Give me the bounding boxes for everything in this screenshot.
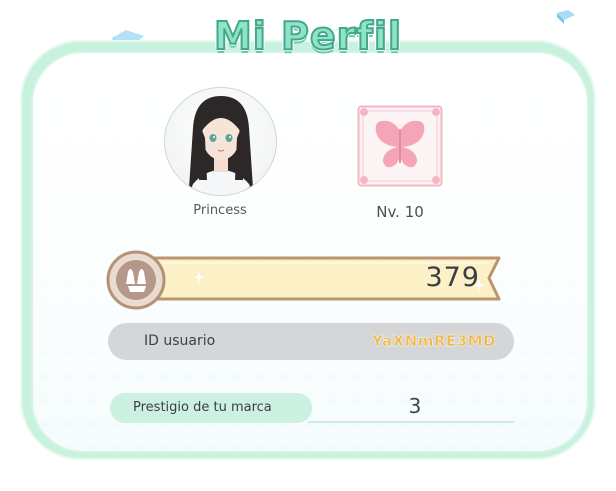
player-name: Princess	[193, 203, 247, 218]
prestige-value: 3	[408, 394, 422, 418]
player-level: Nv. 10	[376, 203, 424, 221]
prestige-label: Prestigio de tu marca	[133, 400, 272, 415]
prestige-underline	[308, 421, 514, 423]
user-id-value[interactable]: YaXNmRE3MD	[320, 332, 496, 350]
score-value: 379	[425, 262, 480, 293]
user-id-label: ID usuario	[144, 333, 216, 349]
page-title: Mi Perfil	[213, 13, 402, 59]
medal-icon	[106, 250, 166, 310]
avatar-portrait-icon	[165, 88, 276, 195]
avatar[interactable]	[164, 87, 277, 196]
butterfly-icon[interactable]	[357, 105, 443, 187]
